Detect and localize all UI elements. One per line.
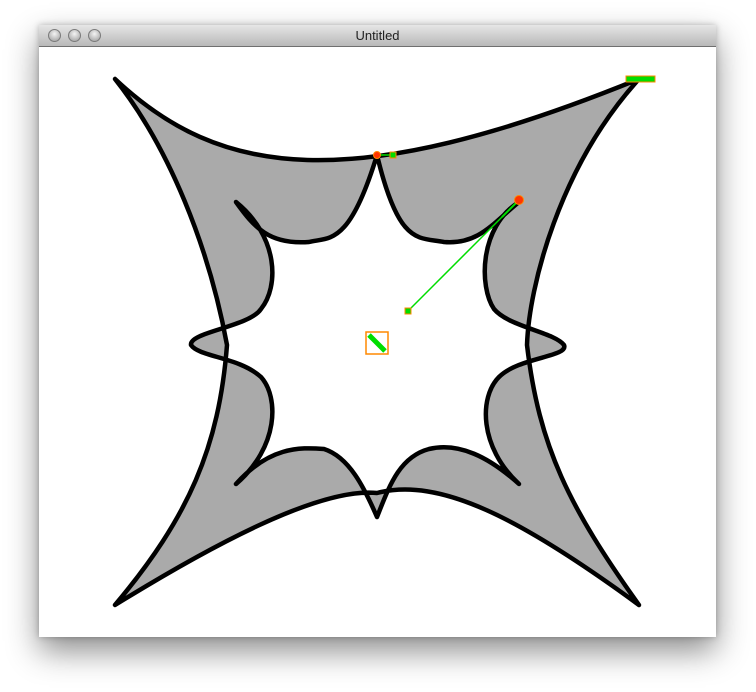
drawing-canvas[interactable] (39, 47, 716, 637)
top-anchor-point[interactable] (373, 151, 381, 159)
window-title: Untitled (355, 28, 400, 43)
top-control-handle[interactable] (389, 151, 397, 159)
canvas-svg (112, 75, 656, 608)
title-bar[interactable]: Untitled (39, 25, 716, 47)
selected-anchor-point[interactable] (514, 195, 524, 205)
control-point-handle[interactable] (404, 307, 412, 315)
corner-control-handle[interactable] (625, 75, 656, 83)
desktop: Untitled (0, 0, 756, 692)
app-window: Untitled (39, 25, 716, 637)
